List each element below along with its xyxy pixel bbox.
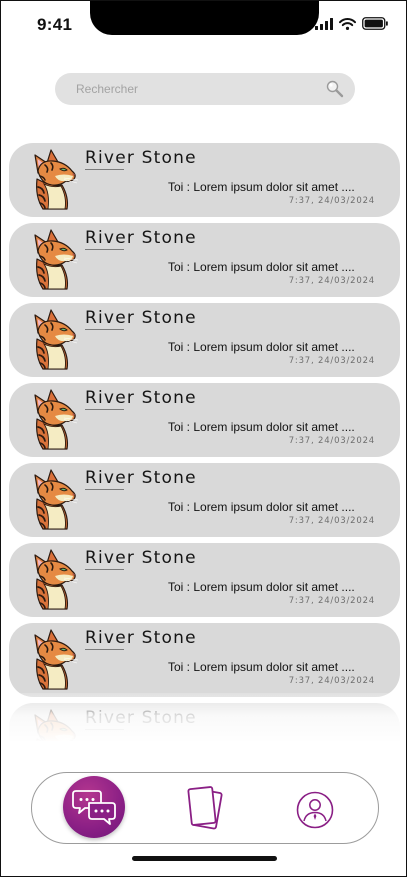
- message-timestamp: 7:37, 24/03/2024: [288, 276, 375, 286]
- conversation-card[interactable]: River Stone Toi : Lorem ipsum dolor sit a…: [9, 383, 400, 457]
- status-icons: [315, 17, 388, 30]
- message-preview: Toi : Lorem ipsum dolor sit amet ....: [168, 180, 355, 194]
- bottom-tab-bar: [31, 772, 379, 844]
- message-timestamp: 7:37, 24/03/2024: [288, 516, 375, 526]
- conversation-list[interactable]: River Stone Toi : Lorem ipsum dolor sit a…: [9, 143, 400, 741]
- chat-bubbles-icon: [72, 790, 116, 825]
- message-preview: Toi : Lorem ipsum dolor sit amet ....: [168, 340, 355, 354]
- message-preview: Toi : Lorem ipsum dolor sit amet ....: [168, 260, 355, 274]
- tab-cards[interactable]: [185, 785, 225, 833]
- message-preview: Toi : Lorem ipsum dolor sit amet ....: [168, 420, 355, 434]
- cat-avatar: [31, 229, 79, 291]
- contact-name: River Stone: [85, 548, 197, 570]
- conversation-card[interactable]: River Stone Toi : Lorem ipsum dolor sit a…: [9, 623, 400, 697]
- cat-avatar: [31, 469, 79, 531]
- message-timestamp: 7:37, 24/03/2024: [288, 196, 375, 206]
- message-preview: Toi : Lorem ipsum dolor sit amet ....: [168, 500, 355, 514]
- cat-avatar: [31, 549, 79, 611]
- message-timestamp: 7:37, 24/03/2024: [288, 676, 375, 686]
- cat-avatar: [31, 709, 79, 741]
- message-preview: Toi : Lorem ipsum dolor sit amet ....: [168, 740, 355, 741]
- conversation-card[interactable]: River Stone Toi : Lorem ipsum dolor sit a…: [9, 543, 400, 617]
- message-preview: Toi : Lorem ipsum dolor sit amet ....: [168, 580, 355, 594]
- search-input[interactable]: [55, 73, 355, 105]
- cat-avatar: [31, 389, 79, 451]
- wifi-icon: [339, 17, 356, 30]
- contact-name: River Stone: [85, 708, 197, 730]
- contact-name: River Stone: [85, 468, 197, 490]
- contact-name: River Stone: [85, 388, 197, 410]
- phone-screen: 9:41 Rechercher River Stone Toi: Lorem …: [0, 0, 407, 877]
- cat-avatar: [31, 309, 79, 371]
- conversation-card[interactable]: River Stone Toi : Lorem ipsum dolor sit a…: [9, 303, 400, 377]
- home-indicator: [132, 856, 277, 861]
- battery-icon: [362, 17, 388, 30]
- contact-name: River Stone: [85, 228, 197, 250]
- tab-profile[interactable]: [296, 791, 334, 829]
- cat-avatar: [31, 629, 79, 691]
- signal-icon: [315, 17, 333, 30]
- contact-name: River Stone: [85, 148, 197, 170]
- status-time: 9:41: [37, 15, 73, 34]
- message-preview: Toi : Lorem ipsum dolor sit amet ....: [168, 660, 355, 674]
- conversation-card[interactable]: River Stone Toi : Lorem ipsum dolor sit a…: [9, 223, 400, 297]
- cards-icon: [187, 786, 223, 830]
- search-bar: [55, 73, 355, 105]
- message-timestamp: 7:37, 24/03/2024: [288, 436, 375, 446]
- message-timestamp: 7:37, 24/03/2024: [288, 356, 375, 366]
- conversation-card[interactable]: River Stone Toi : Lorem ipsum dolor sit a…: [9, 703, 400, 741]
- contact-name: River Stone: [85, 308, 197, 330]
- search-icon[interactable]: [325, 79, 345, 99]
- contact-name: River Stone: [85, 628, 197, 650]
- camera-notch: [90, 1, 319, 35]
- tab-messages[interactable]: [63, 776, 125, 838]
- conversation-card[interactable]: River Stone Toi : Lorem ipsum dolor sit a…: [9, 143, 400, 217]
- message-timestamp: 7:37, 24/03/2024: [288, 596, 375, 606]
- cat-avatar: [31, 149, 79, 211]
- profile-icon: [296, 791, 334, 829]
- conversation-card[interactable]: River Stone Toi : Lorem ipsum dolor sit a…: [9, 463, 400, 537]
